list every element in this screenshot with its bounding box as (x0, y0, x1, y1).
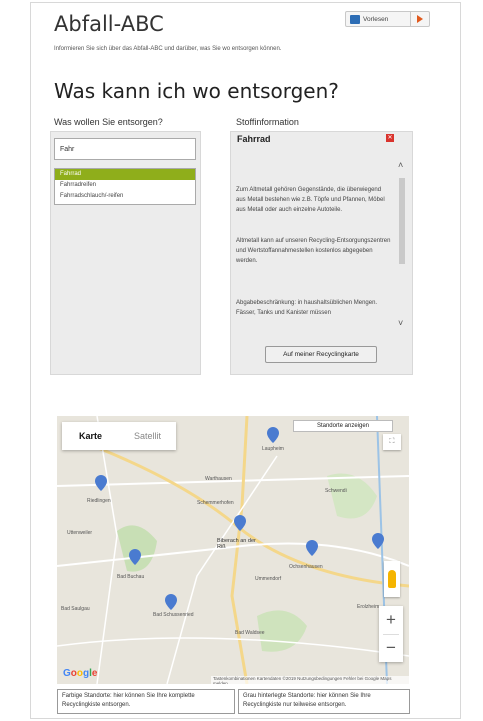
search-input[interactable]: Fahr (54, 138, 196, 160)
map-town-label: Warthausen (205, 476, 232, 482)
location-marker[interactable] (306, 540, 318, 556)
close-icon[interactable]: ✕ (386, 134, 394, 142)
fullscreen-icon[interactable]: ⛶ (383, 434, 401, 450)
map-attribution[interactable]: Tastenkombinationen Kartendaten ©2019 Nu… (211, 676, 409, 684)
play-icon[interactable] (417, 15, 423, 23)
map-background (57, 416, 409, 684)
suggestion-item[interactable]: Fahrradschlauch/-reifen (55, 191, 195, 202)
map-town-label: Uttenweiler (67, 530, 93, 536)
legend-colored: Farbige Standorte: hier können Sie Ihre … (57, 689, 235, 714)
map-town-label: Laupheim (262, 446, 284, 452)
pegman-icon[interactable] (384, 561, 400, 597)
read-aloud-button[interactable]: Vorlesen (345, 11, 430, 27)
map-town-label: Bad Schussenried (153, 612, 194, 618)
map-tab-karte[interactable]: Karte (62, 422, 119, 450)
location-marker[interactable] (165, 594, 177, 610)
map-tab-satellit[interactable]: Satellit (119, 422, 176, 450)
intro-text: Informieren Sie sich über das Abfall-ABC… (54, 46, 282, 52)
zoom-divider (383, 634, 399, 635)
location-marker[interactable] (234, 515, 246, 531)
info-scrollbar[interactable] (399, 178, 405, 264)
info-paragraph: Abgabebeschränkung: in haushaltsüblichen… (236, 300, 378, 316)
speaker-icon (350, 14, 360, 24)
map-town-label: Schwendi (325, 488, 347, 494)
suggestion-item[interactable]: Fahrradreifen (55, 180, 195, 191)
map-town-label: Bad Buchau (117, 574, 145, 580)
show-locations-button[interactable]: Standorte anzeigen (293, 420, 393, 432)
button-divider (410, 12, 411, 26)
legend-grey: Grau hinterlegte Standorte: hier können … (238, 689, 410, 714)
suggestion-list: Fahrrad Fahrradreifen Fahrradschlauch/-r… (54, 168, 196, 205)
map-town-label: Bad Waldsee (235, 630, 265, 636)
google-logo: Google (63, 668, 98, 679)
chevron-up-icon[interactable]: ˄ (398, 160, 403, 170)
zoom-in-button[interactable]: + (379, 606, 403, 634)
suggestion-item[interactable]: Fahrrad (55, 169, 195, 180)
chevron-down-icon[interactable]: ˅ (398, 318, 403, 328)
read-aloud-label: Vorlesen (363, 15, 389, 23)
map-town-label: Ummendorf (255, 576, 282, 582)
zoom-out-button[interactable]: − (379, 634, 403, 662)
section-heading: Was kann ich wo entsorgen? (54, 79, 339, 103)
map-town-label: Riedlingen (87, 498, 111, 504)
map-type-control: Karte Satellit (62, 422, 176, 450)
map-town-label: Bad Saulgau (61, 606, 90, 612)
info-paragraph: Zum Altmetall gehören Gegenstände, die ü… (236, 187, 385, 213)
page-title: Abfall-ABC (54, 12, 164, 36)
info-title: Fahrrad (237, 134, 271, 144)
info-label: Stoffinformation (236, 117, 299, 127)
map-view[interactable]: Laupheim Schwendi Biberach an der Riß Ba… (57, 416, 409, 684)
location-marker[interactable] (372, 533, 384, 549)
location-marker[interactable] (95, 475, 107, 491)
location-marker[interactable] (267, 427, 279, 443)
search-label: Was wollen Sie entsorgen? (54, 117, 163, 127)
recycling-map-button[interactable]: Auf meiner Recyclingkarte (265, 346, 377, 363)
map-town-label: Erolzheim (357, 604, 380, 610)
info-paragraph: Altmetall kann auf unseren Recycling-Ent… (236, 238, 391, 264)
zoom-control: + − (379, 606, 403, 662)
map-town-label: Biberach an der Riß (217, 538, 256, 550)
map-town-label: Schemmerhofen (197, 500, 234, 506)
map-town-label: Ochsenhausen (289, 564, 323, 570)
location-marker[interactable] (129, 549, 141, 565)
